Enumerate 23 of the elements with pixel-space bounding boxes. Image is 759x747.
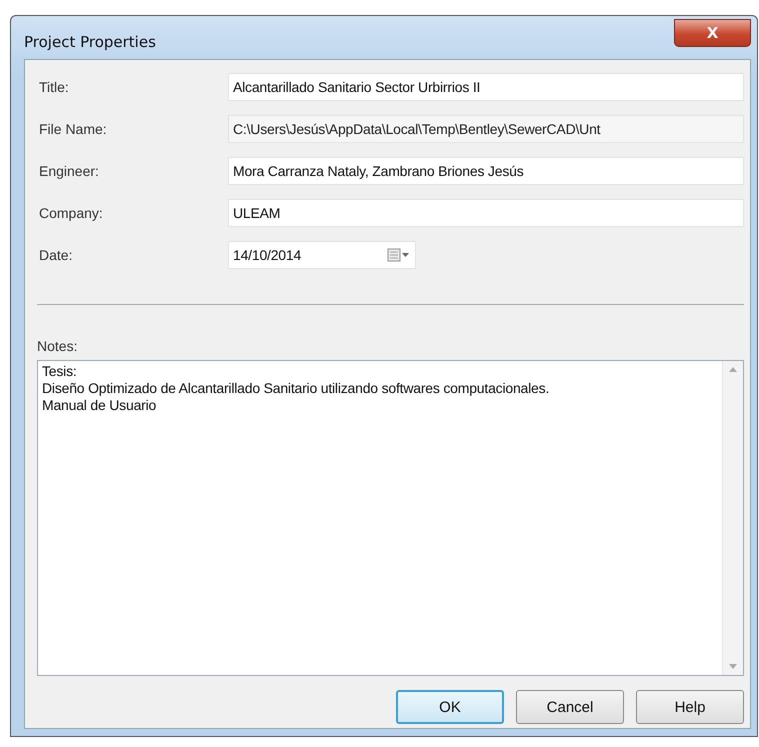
vertical-scrollbar[interactable] xyxy=(722,361,743,675)
text-field[interactable]: ULEAM xyxy=(228,199,744,227)
scroll-down-arrow-icon[interactable] xyxy=(729,664,737,669)
text-field[interactable]: Alcantarillado Sanitario Sector Urbirrios II xyxy=(228,73,744,101)
field-label: Company: xyxy=(38,205,104,221)
date-value: 14/10/2014 xyxy=(233,247,302,263)
notes-label: Notes: xyxy=(37,338,78,354)
dialog-button[interactable]: Cancel xyxy=(516,690,624,724)
scroll-up-arrow-icon[interactable] xyxy=(729,367,737,372)
notes-field[interactable]: Tesis: Diseño Optimizado de Alcantarillado Sanitario utilizando softwares computacionales. Manual de Usuario xyxy=(37,360,744,676)
dialog-button[interactable]: OK xyxy=(396,690,504,724)
notes-text: Tesis: Diseño Optimizado de Alcantarillado Sanitario utilizando softwares computacionales. Manual de Usuario xyxy=(41,362,550,415)
field-label: Title: xyxy=(38,79,70,95)
text-field[interactable]: Mora Carranza Nataly, Zambrano Briones Jesús xyxy=(228,157,744,185)
text-field[interactable]: C:\Users\Jesús\AppData\Local\Temp\Bentley\SewerCAD\Unt xyxy=(228,115,744,143)
close-button[interactable]: X xyxy=(674,19,751,47)
date-picker[interactable]: 14/10/2014 xyxy=(228,241,416,269)
field-label: Date: xyxy=(38,247,74,263)
field-label: Engineer: xyxy=(38,163,100,179)
field-label: File Name: xyxy=(38,121,108,137)
window-title: Project Properties xyxy=(24,33,156,51)
calendar-dropdown-icon[interactable] xyxy=(387,248,411,262)
dialog-button[interactable]: Help xyxy=(636,690,744,724)
